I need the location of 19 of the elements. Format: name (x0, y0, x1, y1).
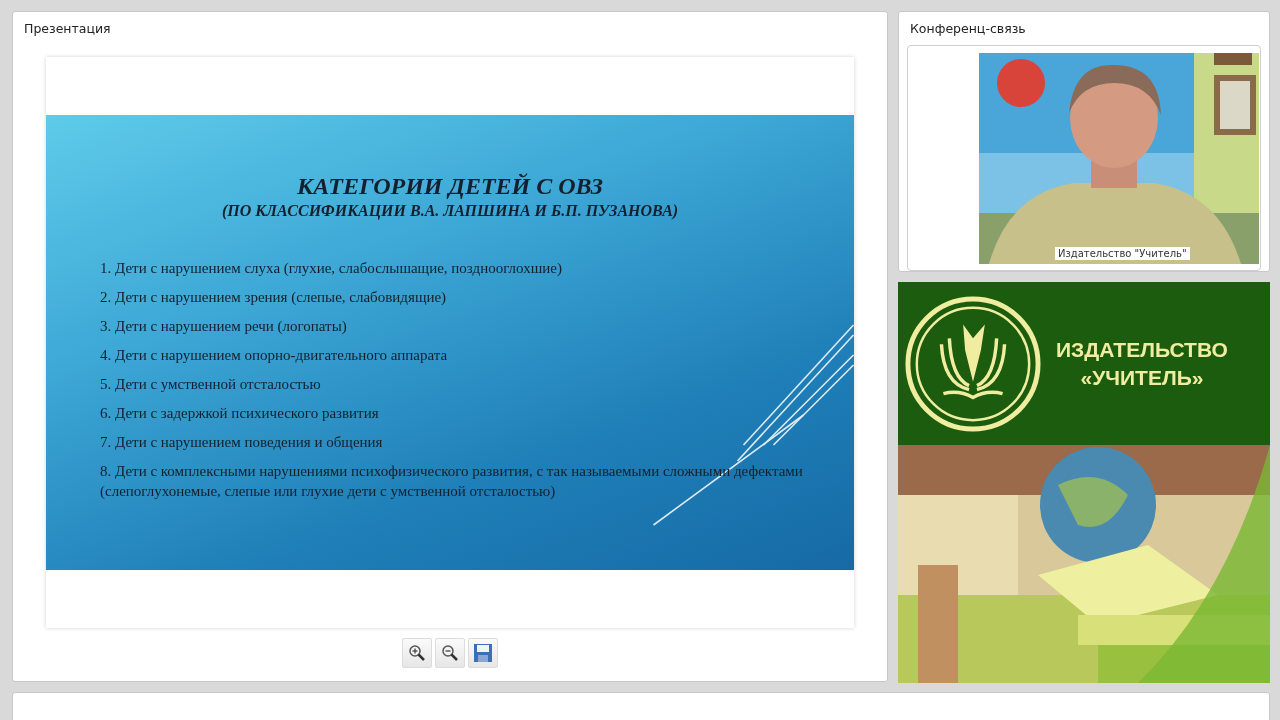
book-logo-icon (904, 294, 1042, 433)
slide-heading: КАТЕГОРИИ ДЕТЕЙ С ОВЗ (297, 173, 603, 200)
list-item: 3. Дети с нарушением речи (логопаты) (100, 317, 348, 336)
panel-title: Конференц-связь (909, 20, 1027, 38)
publisher-name: «УЧИТЕЛЬ» (1080, 365, 1204, 390)
publisher-name: ИЗДАТЕЛЬСТВО (1056, 337, 1228, 362)
zoom-out-button[interactable] (435, 638, 465, 668)
slide-subheading: (ПО КЛАССИФИКАЦИИ В.А. ЛАПШИНА И Б.П. ПУЗАНОВА) (221, 202, 679, 220)
list-item: 7. Дети с нарушением поведения и общения (100, 433, 384, 452)
panel-title: Презентация (23, 20, 112, 38)
list-item: 1. Дети с нарушением слуха (глухие, слабослышащие, позднооглохшие) (100, 259, 563, 278)
list-item: 2. Дети с нарушением зрения (слепые, слабовидящие) (100, 288, 448, 307)
zoom-in-button[interactable] (402, 638, 432, 668)
zoom-out-icon (441, 644, 459, 662)
list-item: 5. Дети с умственной отсталостью (100, 375, 322, 394)
save-button[interactable] (468, 638, 498, 668)
list-item: 4. Дети с нарушением опорно-двигательного аппарата (100, 346, 449, 365)
list-item: 6. Дети с задержкой психического развития (100, 404, 380, 423)
zoom-in-icon (408, 644, 426, 662)
